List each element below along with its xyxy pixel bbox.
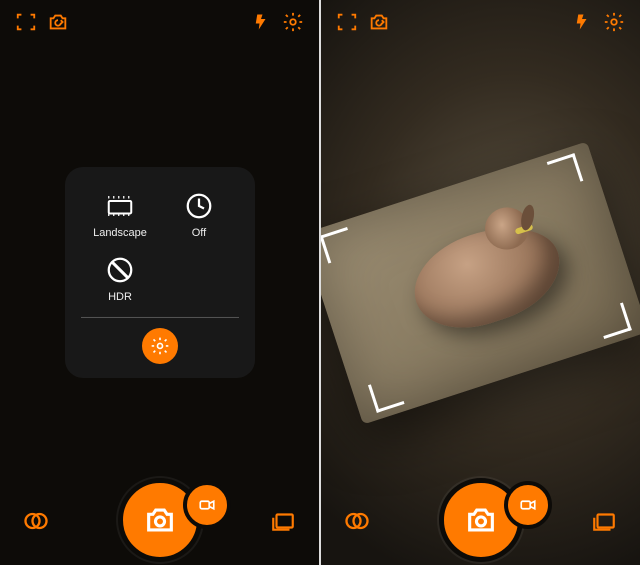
video-icon: [519, 496, 537, 514]
quick-settings-panel: Landscape Off HDR: [65, 166, 255, 377]
flash-button[interactable]: [245, 6, 277, 38]
panel-item-landscape[interactable]: Landscape: [81, 184, 160, 248]
gear-icon: [603, 11, 625, 33]
flash-icon: [252, 13, 270, 31]
switch-camera-icon: [47, 11, 69, 33]
camera-icon: [143, 503, 177, 537]
two-phone-row: Landscape Off HDR: [0, 0, 640, 565]
panel-item-label: Off: [192, 226, 206, 238]
focus-frame-button[interactable]: [10, 6, 42, 38]
video-mode-button[interactable]: [504, 481, 552, 529]
panel-item-label: Landscape: [93, 226, 147, 238]
gear-icon: [150, 335, 170, 355]
video-mode-button[interactable]: [183, 481, 231, 529]
phone-left: Landscape Off HDR: [0, 0, 319, 565]
panel-item-label: HDR: [108, 290, 132, 302]
switch-camera-button[interactable]: [42, 6, 74, 38]
flash-icon: [573, 13, 591, 31]
focus-frame-icon: [15, 11, 37, 33]
settings-button[interactable]: [277, 6, 309, 38]
phone-right: [321, 0, 640, 565]
panel-item-hdr[interactable]: HDR: [81, 248, 160, 312]
timer-off-icon: [184, 190, 214, 220]
shutter-cluster: [115, 475, 205, 565]
switch-camera-icon: [368, 11, 390, 33]
switch-camera-button[interactable]: [363, 6, 395, 38]
panel-item-timer-off[interactable]: Off: [160, 184, 239, 248]
hdr-icon: [105, 254, 135, 284]
shutter-cluster: [436, 475, 526, 565]
panel-divider: [81, 316, 239, 317]
panel-grid: Landscape Off HDR: [81, 184, 239, 312]
landscape-icon: [105, 190, 135, 220]
settings-button[interactable]: [598, 6, 630, 38]
camera-icon: [464, 503, 498, 537]
bottom-bar: [321, 475, 640, 565]
focus-frame-button[interactable]: [331, 6, 363, 38]
flash-button[interactable]: [566, 6, 598, 38]
focus-frame-icon: [336, 11, 358, 33]
gear-icon: [282, 11, 304, 33]
top-toolbar: [321, 0, 640, 44]
top-toolbar: [0, 0, 319, 44]
video-icon: [198, 496, 216, 514]
bottom-bar: [0, 475, 319, 565]
panel-more-settings-button[interactable]: [142, 327, 178, 363]
